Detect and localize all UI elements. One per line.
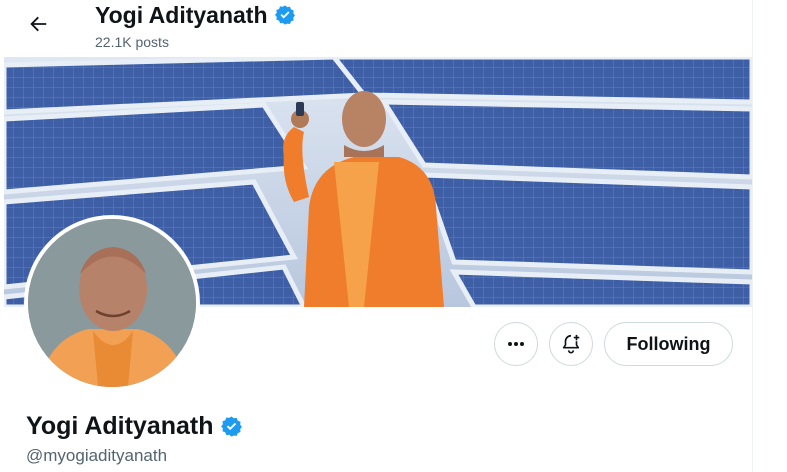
profile-header-bar: Yogi Adityanath 22.1K posts [0, 0, 752, 57]
notifications-button[interactable] [549, 322, 593, 366]
header-post-count: 22.1K posts [95, 34, 169, 50]
column-divider [752, 0, 753, 472]
header-title: Yogi Adityanath [95, 0, 296, 30]
back-button[interactable] [20, 6, 56, 42]
arrow-left-icon [30, 16, 47, 32]
verified-badge-icon [220, 415, 242, 437]
more-button[interactable] [494, 322, 538, 366]
profile-name-row: Yogi Adityanath [26, 410, 243, 442]
following-button[interactable]: Following [604, 322, 733, 366]
avatar-image [28, 219, 196, 387]
more-horizontal-icon [508, 342, 524, 346]
profile-handle: @myogiadityanath [26, 446, 168, 465]
bell-plus-icon [562, 334, 580, 354]
profile-name: Yogi Adityanath [26, 412, 214, 440]
profile-avatar[interactable] [24, 215, 200, 391]
header-name: Yogi Adityanath [95, 2, 268, 28]
verified-badge-icon [274, 5, 295, 25]
